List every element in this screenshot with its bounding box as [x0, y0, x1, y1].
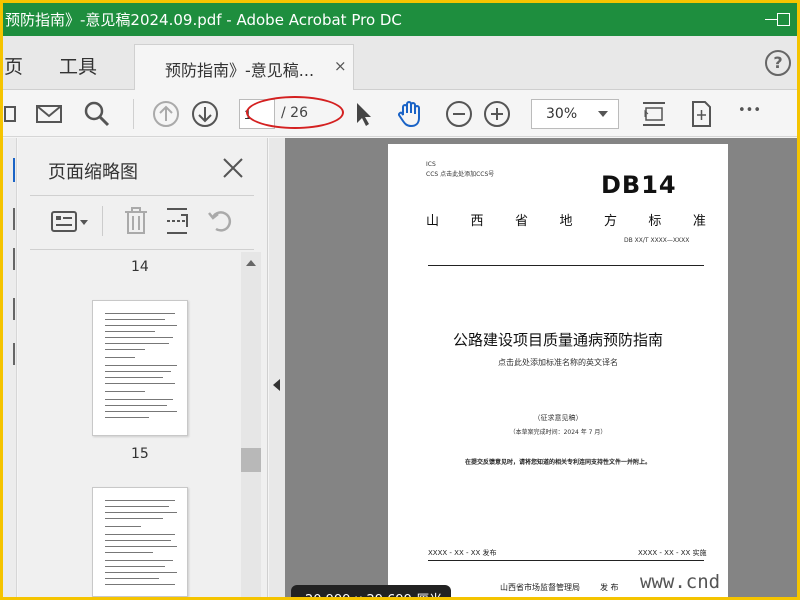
region-heading: 山 西 省 地 方 标 准 [426, 210, 706, 229]
layers-icon[interactable] [3, 298, 15, 320]
search-icon[interactable] [82, 99, 112, 129]
zoom-in-icon[interactable] [482, 99, 512, 129]
panel-divider [30, 249, 254, 250]
more-options-button[interactable]: ••• [738, 103, 768, 133]
chevron-down-icon [598, 111, 608, 117]
page-size-tooltip: 20.999 x 29.699 厘米 [291, 585, 451, 597]
thumbnail-page[interactable] [92, 300, 188, 436]
scroll-up-icon[interactable] [246, 260, 256, 266]
zoom-out-icon[interactable] [444, 99, 474, 129]
maximize-button[interactable] [773, 7, 797, 31]
region-char: 方 [603, 214, 617, 229]
panel-collapse-strip[interactable] [269, 138, 285, 597]
watermark: www.cnd [640, 571, 721, 593]
app-window: 预防指南》-意见稿2024.09.pdf - Adobe Acrobat Pro… [3, 3, 797, 597]
ics-label: ICS [426, 161, 436, 168]
toolbar-separator [133, 99, 134, 129]
zoom-select[interactable]: 30% [531, 99, 619, 129]
copy-icon[interactable] [3, 343, 15, 365]
scrollbar-thumb[interactable] [241, 448, 261, 472]
email-icon[interactable] [34, 99, 64, 129]
draft-label: （征求意见稿） [533, 414, 583, 422]
thumbnail-page-number: 14 [131, 259, 149, 275]
english-name-hint: 点击此处添加标准名称的英文译名 [498, 358, 618, 367]
region-char: 标 [648, 214, 662, 229]
page-size-text: 20.999 x 29.699 厘米 [305, 589, 442, 597]
page-view-icon[interactable] [686, 99, 716, 129]
print-icon[interactable] [3, 99, 19, 129]
select-cursor-icon[interactable] [348, 99, 378, 129]
document-tab-label: 预防指南》-意见稿... [165, 61, 315, 80]
db-mark: DB14 [601, 171, 677, 199]
next-page-icon[interactable] [190, 99, 220, 129]
ccs-label: CCS 点击此处添加CCS号 [426, 171, 495, 178]
publish-date: XXXX - XX - XX 发布 [428, 549, 497, 557]
toolbar: / 26 30% ••• [3, 91, 797, 137]
tools-separator [102, 206, 103, 236]
thumbnail-scrollbar[interactable] [241, 252, 261, 597]
standard-code: DB XX/T XXXX—XXXX [624, 237, 690, 244]
issue-word: 发 布 [600, 583, 619, 592]
thumbnail-tools [18, 202, 268, 242]
thumbnails-icon[interactable] [3, 158, 15, 182]
bookmarks-icon[interactable] [3, 208, 15, 230]
document-title: 公路建设项目质量通病预防指南 [452, 331, 663, 349]
previous-page-icon[interactable] [151, 99, 181, 129]
zoom-value: 30% [546, 106, 578, 122]
left-rail [3, 138, 17, 597]
title-bar: 预防指南》-意见稿2024.09.pdf - Adobe Acrobat Pro… [3, 3, 797, 36]
attachments-icon[interactable] [3, 248, 15, 270]
collapse-arrow-icon[interactable] [273, 379, 280, 391]
region-char: 山 [426, 214, 440, 229]
pdf-page: ICS CCS 点击此处添加CCS号 DB14 山 西 省 地 方 标 准 DB… [388, 144, 728, 597]
thumbnail-page-number: 15 [131, 446, 149, 462]
panel-divider [30, 195, 254, 196]
issuer: 山西省市场监督管理局 [500, 583, 580, 592]
region-char: 准 [692, 214, 706, 229]
insert-page-icon[interactable] [163, 206, 191, 236]
document-tab[interactable]: 预防指南》-意见稿... × [134, 44, 354, 90]
options-menu-icon[interactable] [50, 208, 90, 236]
document-view: ICS CCS 点击此处添加CCS号 DB14 山 西 省 地 方 标 准 DB… [269, 138, 797, 597]
implement-date: XXXX - XX - XX 实施 [638, 549, 707, 557]
help-icon[interactable]: ? [765, 50, 791, 76]
menu-tools[interactable]: 工具 [59, 52, 97, 79]
feedback-note: 在提交反馈意见时，请将您知道的相关专利连同支持性文件一并附上。 [464, 459, 651, 466]
footer-rule [428, 560, 704, 561]
window-title: 预防指南》-意见稿2024.09.pdf - Adobe Acrobat Pro… [5, 11, 402, 29]
close-icon[interactable] [221, 156, 245, 180]
thumbnail-page[interactable] [92, 487, 188, 597]
region-char: 省 [514, 214, 528, 229]
annotation-ellipse [246, 96, 344, 129]
completion-date: （本草案完成时间：2024 年 7 月） [509, 429, 607, 436]
panel-title: 页面缩略图 [48, 162, 138, 183]
menu-home[interactable]: 主页 [3, 52, 23, 79]
delete-icon[interactable] [122, 206, 150, 236]
tab-close-button[interactable]: × [334, 57, 347, 75]
region-char: 西 [470, 214, 484, 229]
menu-bar: 主页 工具 预防指南》-意见稿... × ? [3, 36, 797, 90]
thumbnail-panel: 页面缩略图 14 15 [18, 138, 268, 597]
region-char: 地 [559, 214, 573, 229]
header-rule [428, 265, 704, 266]
fit-width-icon[interactable] [639, 99, 669, 129]
hand-tool-icon[interactable] [395, 99, 425, 129]
rotate-icon[interactable] [206, 206, 234, 236]
